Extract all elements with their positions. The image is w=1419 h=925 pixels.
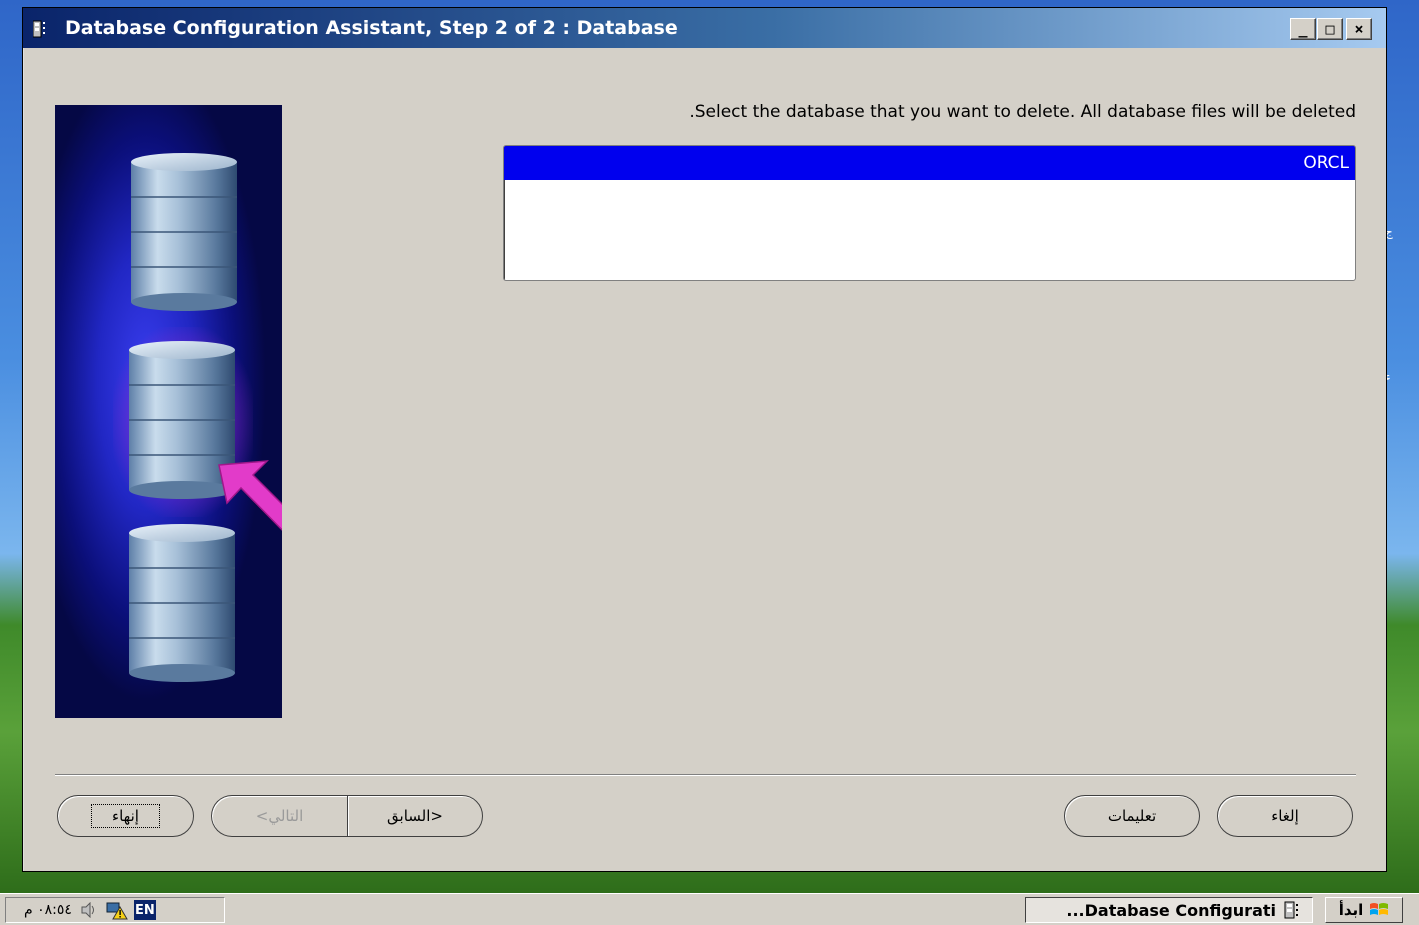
app-icon (1284, 901, 1302, 919)
minimize-button[interactable]: _ (1290, 18, 1316, 40)
next-button[interactable]: < التالي (211, 795, 347, 837)
wizard-illustration (55, 105, 282, 718)
navigation-buttons: < التالي السابق > (211, 795, 483, 837)
chevron-right-icon: > (430, 807, 443, 825)
separator (55, 774, 1356, 776)
windows-flag-icon (1369, 901, 1389, 919)
database-cylinder-icon (131, 153, 237, 311)
finish-button[interactable]: إنهاء (57, 795, 194, 837)
window-title: Database Configuration Assistant, Step 2… (65, 17, 678, 39)
cancel-button[interactable]: إلغاء (1217, 795, 1353, 837)
taskbar-window-label: ...Database Configurati (1066, 900, 1276, 920)
database-cylinder-icon (129, 341, 235, 499)
database-cylinder-icon (129, 524, 235, 682)
chevron-left-icon: < (255, 807, 269, 825)
taskbar: ٠٨:٥٤ م EN ...Database Configurati ابدأ (0, 893, 1419, 925)
help-button[interactable]: تعليمات (1064, 795, 1200, 837)
app-icon[interactable] (33, 20, 55, 38)
network-warning-icon[interactable] (106, 900, 128, 920)
maximize-button[interactable]: □ (1317, 18, 1343, 40)
next-label: التالي (268, 807, 304, 825)
back-button[interactable]: السابق > (347, 795, 483, 837)
instruction-text: .Select the database that you want to de… (689, 102, 1356, 122)
title-bar[interactable]: Database Configuration Assistant, Step 2… (23, 8, 1386, 48)
finish-label: إنهاء (91, 804, 160, 828)
start-label: ابدأ (1338, 901, 1364, 919)
language-indicator[interactable]: EN (133, 900, 156, 920)
volume-icon[interactable] (78, 900, 100, 920)
start-button[interactable]: ابدأ (1325, 897, 1403, 923)
list-item[interactable]: ORCL (504, 146, 1355, 180)
clock[interactable]: ٠٨:٥٤ م (24, 902, 72, 918)
cancel-label: إلغاء (1271, 807, 1299, 825)
close-button[interactable]: × (1346, 18, 1372, 40)
system-tray: ٠٨:٥٤ م EN (5, 897, 225, 923)
help-label: تعليمات (1107, 807, 1157, 825)
back-label: السابق (387, 807, 431, 825)
taskbar-window-button[interactable]: ...Database Configurati (1025, 897, 1313, 923)
dbca-window: Database Configuration Assistant, Step 2… (22, 7, 1387, 872)
database-list[interactable]: ORCL (503, 145, 1356, 281)
